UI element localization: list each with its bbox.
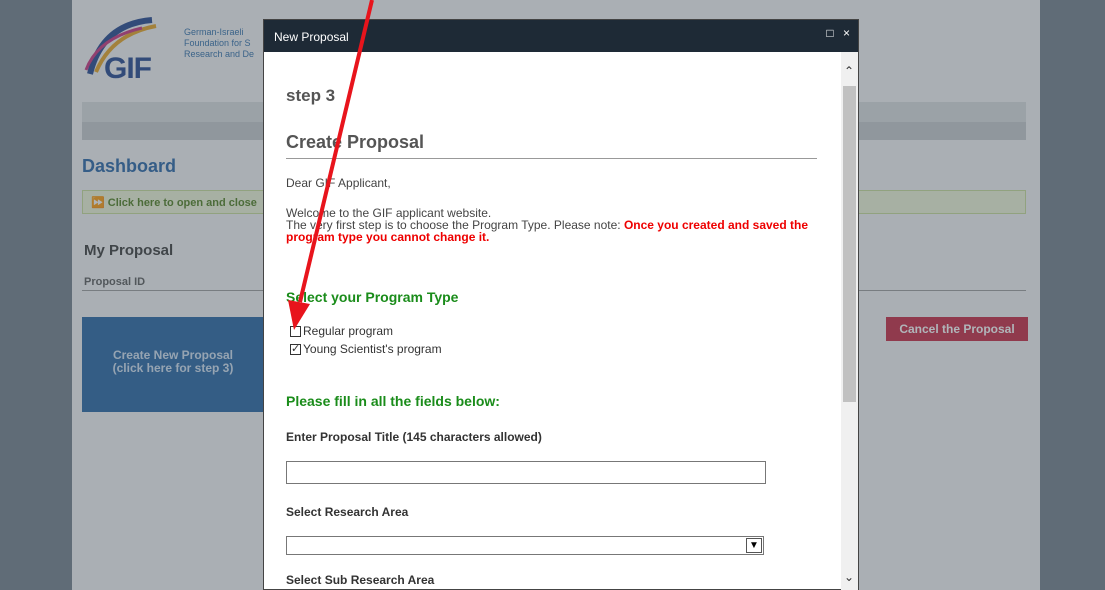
new-proposal-dialog: New Proposal □ × step 3 Create Proposal … (263, 19, 859, 590)
dialog-header: New Proposal □ × (264, 20, 858, 52)
research-area-select[interactable]: ▼ (286, 536, 764, 555)
step-label: step 3 (286, 86, 336, 105)
scroll-down-icon[interactable]: ⌄ (844, 570, 854, 584)
sub-research-area-label: Select Sub Research Area (286, 573, 435, 587)
young-scientist-option[interactable]: ✓ Young Scientist's program (290, 342, 442, 356)
create-proposal-heading: Create Proposal (286, 132, 425, 152)
fill-fields-heading: Please fill in all the fields below: (286, 393, 500, 409)
salutation-text: Dear GIF Applicant, (286, 176, 391, 190)
warning-text-end: . (486, 230, 490, 244)
dialog-scrollbar[interactable]: ⌃ ⌄ (841, 52, 858, 590)
scroll-up-icon[interactable]: ⌃ (844, 64, 854, 78)
young-scientist-label: Young Scientist's program (303, 342, 442, 356)
regular-program-checkbox[interactable] (290, 325, 301, 337)
young-scientist-checkbox[interactable]: ✓ (290, 343, 301, 355)
welcome-text: Welcome to the GIF applicant website. Th… (286, 207, 817, 243)
heading-divider (286, 158, 817, 159)
regular-program-label: Regular program (303, 324, 394, 338)
proposal-title-label: Enter Proposal Title (145 characters all… (286, 430, 542, 444)
scroll-thumb[interactable] (843, 86, 856, 402)
research-area-label: Select Research Area (286, 505, 409, 519)
regular-program-option[interactable]: Regular program (290, 324, 393, 338)
program-type-heading: Select your Program Type (286, 289, 459, 305)
proposal-title-input[interactable] (286, 461, 766, 484)
dialog-title: New Proposal (274, 30, 349, 44)
close-icon[interactable]: × (843, 26, 850, 40)
dialog-body: step 3 Create Proposal Dear GIF Applican… (264, 52, 842, 590)
maximize-icon[interactable]: □ (826, 26, 833, 40)
chevron-down-icon[interactable]: ▼ (746, 538, 762, 553)
